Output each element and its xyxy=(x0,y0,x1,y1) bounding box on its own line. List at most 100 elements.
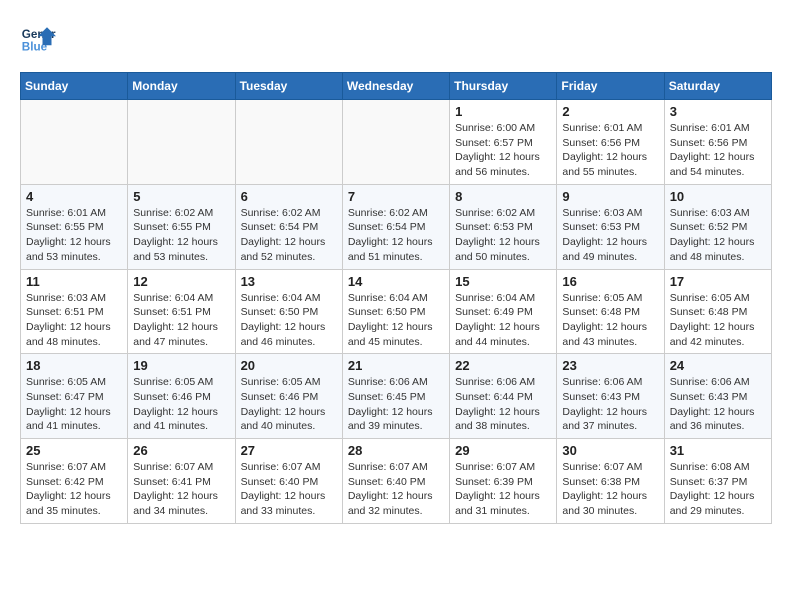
day-number: 25 xyxy=(26,443,122,458)
calendar-header-thursday: Thursday xyxy=(450,73,557,100)
day-info: Sunrise: 6:03 AM Sunset: 6:52 PM Dayligh… xyxy=(670,206,766,265)
day-info: Sunrise: 6:06 AM Sunset: 6:43 PM Dayligh… xyxy=(562,375,658,434)
day-info: Sunrise: 6:04 AM Sunset: 6:51 PM Dayligh… xyxy=(133,291,229,350)
day-info: Sunrise: 6:02 AM Sunset: 6:53 PM Dayligh… xyxy=(455,206,551,265)
day-info: Sunrise: 6:07 AM Sunset: 6:38 PM Dayligh… xyxy=(562,460,658,519)
calendar-header-saturday: Saturday xyxy=(664,73,771,100)
calendar-cell xyxy=(342,100,449,185)
calendar-cell: 11 Sunrise: 6:03 AM Sunset: 6:51 PM Dayli… xyxy=(21,269,128,354)
day-number: 15 xyxy=(455,274,551,289)
calendar-cell: 13 Sunrise: 6:04 AM Sunset: 6:50 PM Dayli… xyxy=(235,269,342,354)
day-number: 18 xyxy=(26,358,122,373)
page-header: General Blue xyxy=(20,20,772,56)
calendar-cell: 21 Sunrise: 6:06 AM Sunset: 6:45 PM Dayli… xyxy=(342,354,449,439)
day-number: 29 xyxy=(455,443,551,458)
day-info: Sunrise: 6:06 AM Sunset: 6:45 PM Dayligh… xyxy=(348,375,444,434)
day-number: 26 xyxy=(133,443,229,458)
calendar-cell: 28 Sunrise: 6:07 AM Sunset: 6:40 PM Dayli… xyxy=(342,439,449,524)
day-number: 21 xyxy=(348,358,444,373)
day-info: Sunrise: 6:04 AM Sunset: 6:50 PM Dayligh… xyxy=(241,291,337,350)
day-number: 1 xyxy=(455,104,551,119)
day-info: Sunrise: 6:02 AM Sunset: 6:54 PM Dayligh… xyxy=(348,206,444,265)
day-number: 11 xyxy=(26,274,122,289)
calendar-cell xyxy=(235,100,342,185)
calendar-cell: 19 Sunrise: 6:05 AM Sunset: 6:46 PM Dayli… xyxy=(128,354,235,439)
day-number: 4 xyxy=(26,189,122,204)
day-info: Sunrise: 6:02 AM Sunset: 6:54 PM Dayligh… xyxy=(241,206,337,265)
day-number: 2 xyxy=(562,104,658,119)
calendar-cell: 23Sunrise: 6:06 AM Sunset: 6:43 PM Dayli… xyxy=(557,354,664,439)
calendar-body: 1Sunrise: 6:00 AM Sunset: 6:57 PM Daylig… xyxy=(21,100,772,524)
calendar-cell: 15 Sunrise: 6:04 AM Sunset: 6:49 PM Dayli… xyxy=(450,269,557,354)
day-info: Sunrise: 6:05 AM Sunset: 6:46 PM Dayligh… xyxy=(133,375,229,434)
day-number: 24 xyxy=(670,358,766,373)
day-number: 14 xyxy=(348,274,444,289)
calendar-cell: 12 Sunrise: 6:04 AM Sunset: 6:51 PM Dayli… xyxy=(128,269,235,354)
calendar-header-wednesday: Wednesday xyxy=(342,73,449,100)
day-number: 16 xyxy=(562,274,658,289)
day-info: Sunrise: 6:01 AM Sunset: 6:56 PM Dayligh… xyxy=(562,121,658,180)
day-number: 30 xyxy=(562,443,658,458)
calendar-header-sunday: Sunday xyxy=(21,73,128,100)
day-number: 27 xyxy=(241,443,337,458)
day-info: Sunrise: 6:01 AM Sunset: 6:55 PM Dayligh… xyxy=(26,206,122,265)
day-number: 10 xyxy=(670,189,766,204)
day-info: Sunrise: 6:05 AM Sunset: 6:46 PM Dayligh… xyxy=(241,375,337,434)
calendar-cell: 26 Sunrise: 6:07 AM Sunset: 6:41 PM Dayli… xyxy=(128,439,235,524)
calendar-table: SundayMondayTuesdayWednesdayThursdayFrid… xyxy=(20,72,772,524)
day-number: 28 xyxy=(348,443,444,458)
day-number: 8 xyxy=(455,189,551,204)
day-number: 22 xyxy=(455,358,551,373)
calendar-week-row: 11 Sunrise: 6:03 AM Sunset: 6:51 PM Dayli… xyxy=(21,269,772,354)
day-number: 7 xyxy=(348,189,444,204)
calendar-header-friday: Friday xyxy=(557,73,664,100)
logo: General Blue xyxy=(20,20,62,56)
day-info: Sunrise: 6:04 AM Sunset: 6:49 PM Dayligh… xyxy=(455,291,551,350)
calendar-cell: 7 Sunrise: 6:02 AM Sunset: 6:54 PM Daylig… xyxy=(342,184,449,269)
day-info: Sunrise: 6:06 AM Sunset: 6:44 PM Dayligh… xyxy=(455,375,551,434)
calendar-cell: 14 Sunrise: 6:04 AM Sunset: 6:50 PM Dayli… xyxy=(342,269,449,354)
calendar-cell: 8 Sunrise: 6:02 AM Sunset: 6:53 PM Daylig… xyxy=(450,184,557,269)
day-info: Sunrise: 6:08 AM Sunset: 6:37 PM Dayligh… xyxy=(670,460,766,519)
day-info: Sunrise: 6:05 AM Sunset: 6:48 PM Dayligh… xyxy=(562,291,658,350)
day-number: 5 xyxy=(133,189,229,204)
day-info: Sunrise: 6:06 AM Sunset: 6:43 PM Dayligh… xyxy=(670,375,766,434)
day-number: 9 xyxy=(562,189,658,204)
day-number: 31 xyxy=(670,443,766,458)
calendar-cell: 20Sunrise: 6:05 AM Sunset: 6:46 PM Dayli… xyxy=(235,354,342,439)
day-info: Sunrise: 6:07 AM Sunset: 6:42 PM Dayligh… xyxy=(26,460,122,519)
day-number: 19 xyxy=(133,358,229,373)
calendar-cell: 5Sunrise: 6:02 AM Sunset: 6:55 PM Daylig… xyxy=(128,184,235,269)
calendar-cell: 16 Sunrise: 6:05 AM Sunset: 6:48 PM Dayli… xyxy=(557,269,664,354)
day-info: Sunrise: 6:03 AM Sunset: 6:51 PM Dayligh… xyxy=(26,291,122,350)
calendar-week-row: 4 Sunrise: 6:01 AM Sunset: 6:55 PM Daylig… xyxy=(21,184,772,269)
calendar-cell: 2 Sunrise: 6:01 AM Sunset: 6:56 PM Daylig… xyxy=(557,100,664,185)
calendar-cell xyxy=(128,100,235,185)
day-info: Sunrise: 6:01 AM Sunset: 6:56 PM Dayligh… xyxy=(670,121,766,180)
day-info: Sunrise: 6:07 AM Sunset: 6:41 PM Dayligh… xyxy=(133,460,229,519)
calendar-cell: 1Sunrise: 6:00 AM Sunset: 6:57 PM Daylig… xyxy=(450,100,557,185)
calendar-cell: 18Sunrise: 6:05 AM Sunset: 6:47 PM Dayli… xyxy=(21,354,128,439)
calendar-cell: 6 Sunrise: 6:02 AM Sunset: 6:54 PM Daylig… xyxy=(235,184,342,269)
calendar-cell: 29 Sunrise: 6:07 AM Sunset: 6:39 PM Dayli… xyxy=(450,439,557,524)
calendar-cell: 10 Sunrise: 6:03 AM Sunset: 6:52 PM Dayli… xyxy=(664,184,771,269)
calendar-cell: 22 Sunrise: 6:06 AM Sunset: 6:44 PM Dayli… xyxy=(450,354,557,439)
calendar-cell: 3 Sunrise: 6:01 AM Sunset: 6:56 PM Daylig… xyxy=(664,100,771,185)
day-info: Sunrise: 6:07 AM Sunset: 6:40 PM Dayligh… xyxy=(348,460,444,519)
day-info: Sunrise: 6:07 AM Sunset: 6:39 PM Dayligh… xyxy=(455,460,551,519)
day-info: Sunrise: 6:04 AM Sunset: 6:50 PM Dayligh… xyxy=(348,291,444,350)
day-number: 3 xyxy=(670,104,766,119)
calendar-cell: 24 Sunrise: 6:06 AM Sunset: 6:43 PM Dayli… xyxy=(664,354,771,439)
calendar-cell: 4 Sunrise: 6:01 AM Sunset: 6:55 PM Daylig… xyxy=(21,184,128,269)
day-number: 13 xyxy=(241,274,337,289)
calendar-week-row: 18Sunrise: 6:05 AM Sunset: 6:47 PM Dayli… xyxy=(21,354,772,439)
day-number: 6 xyxy=(241,189,337,204)
calendar-cell: 30 Sunrise: 6:07 AM Sunset: 6:38 PM Dayli… xyxy=(557,439,664,524)
calendar-header-monday: Monday xyxy=(128,73,235,100)
day-info: Sunrise: 6:03 AM Sunset: 6:53 PM Dayligh… xyxy=(562,206,658,265)
calendar-cell: 31 Sunrise: 6:08 AM Sunset: 6:37 PM Dayli… xyxy=(664,439,771,524)
calendar-week-row: 1Sunrise: 6:00 AM Sunset: 6:57 PM Daylig… xyxy=(21,100,772,185)
day-number: 12 xyxy=(133,274,229,289)
day-info: Sunrise: 6:05 AM Sunset: 6:48 PM Dayligh… xyxy=(670,291,766,350)
calendar-cell: 9 Sunrise: 6:03 AM Sunset: 6:53 PM Daylig… xyxy=(557,184,664,269)
